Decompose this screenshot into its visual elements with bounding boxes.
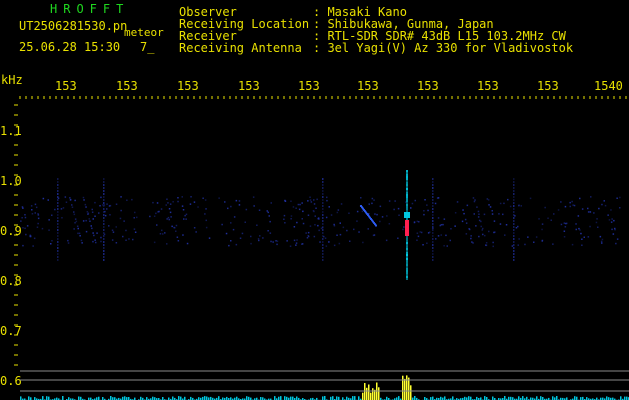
spectrogram-window: HROFFT UT2506281530.pn meteor 25.06.28 1…	[0, 0, 629, 400]
spectrogram-plot	[14, 96, 629, 400]
meteor-trace	[360, 170, 410, 280]
noise-dots	[20, 178, 621, 261]
tick-grid	[14, 96, 627, 366]
bottom-amplitude-trace	[20, 375, 629, 400]
